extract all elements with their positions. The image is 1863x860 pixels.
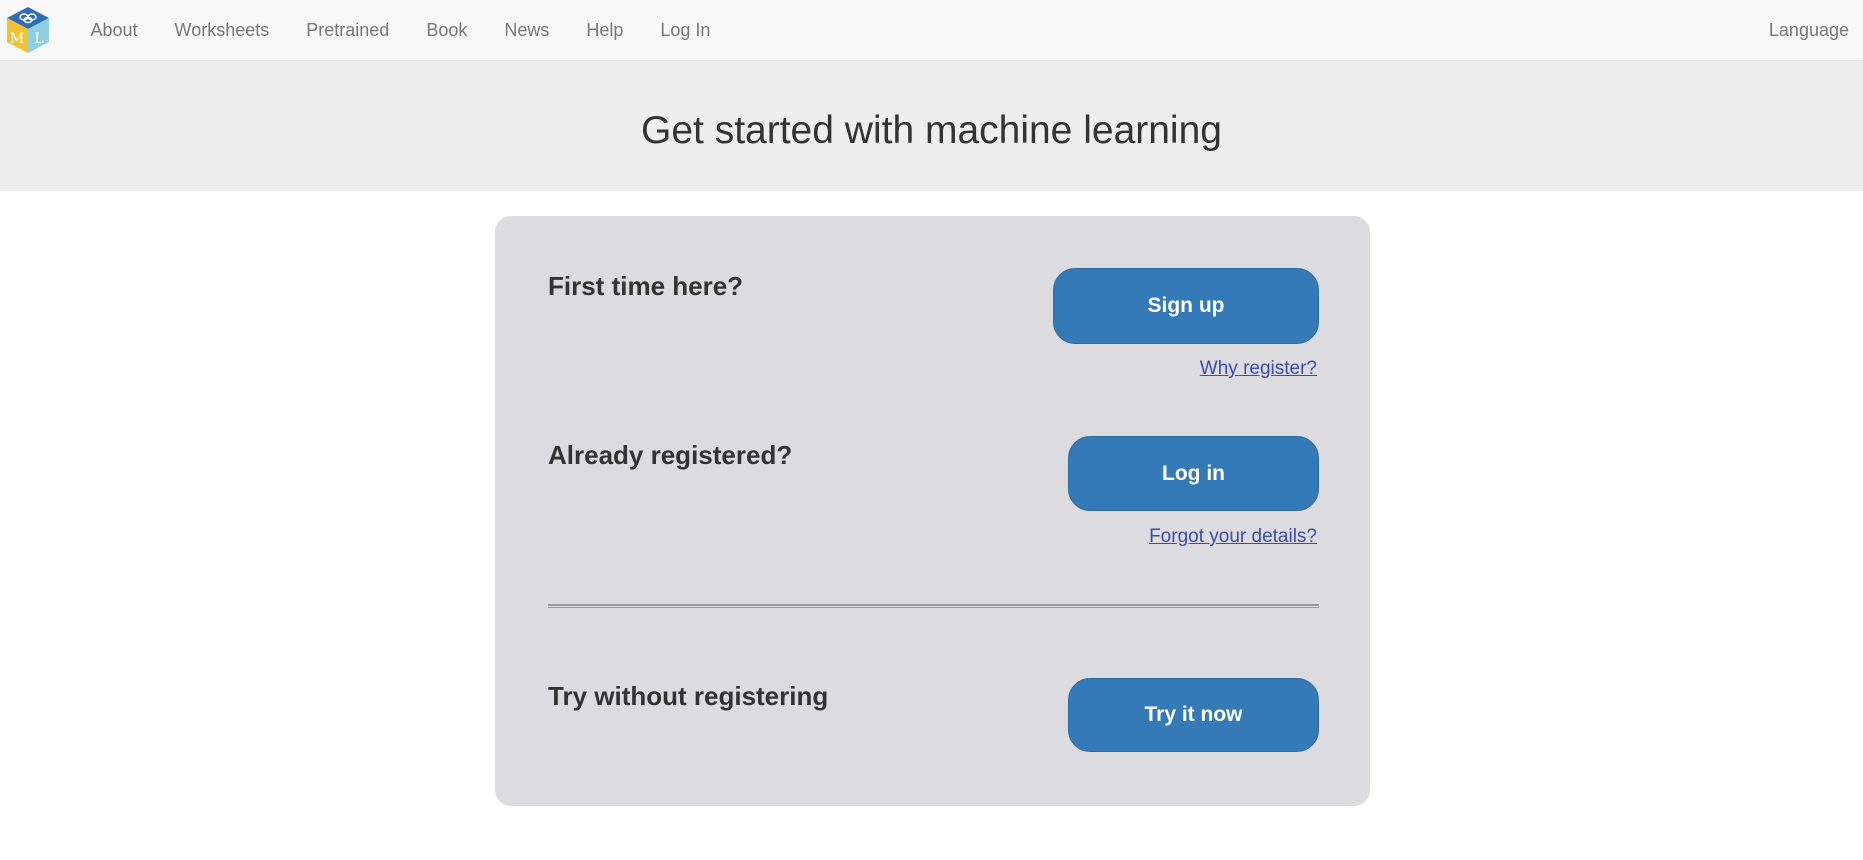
login-button[interactable]: Log in xyxy=(1068,436,1319,511)
login-heading: Already registered? xyxy=(548,440,793,470)
nav-link-news[interactable]: News xyxy=(486,0,568,60)
language-menu[interactable]: Language xyxy=(1769,0,1849,60)
section-divider xyxy=(548,604,1319,608)
why-register-link[interactable]: Why register? xyxy=(1200,358,1317,380)
nav-link-about[interactable]: About xyxy=(72,0,156,60)
logo-letter-l: L xyxy=(34,31,43,47)
top-navbar: M L About Worksheets Pretrained Book New… xyxy=(0,0,1863,61)
ml-cube-logo[interactable]: M L xyxy=(5,5,51,55)
nav-link-book[interactable]: Book xyxy=(408,0,486,60)
get-started-panel: First time here? Sign up Why register? A… xyxy=(495,216,1370,806)
nav-link-worksheets[interactable]: Worksheets xyxy=(156,0,288,60)
logo-letter-m: M xyxy=(10,31,24,47)
try-heading: Try without registering xyxy=(548,681,829,711)
page-title: Get started with machine learning xyxy=(641,109,1222,152)
try-it-now-button[interactable]: Try it now xyxy=(1068,678,1319,752)
signup-heading: First time here? xyxy=(548,271,744,301)
nav-links: About Worksheets Pretrained Book News He… xyxy=(72,0,729,60)
nav-link-help[interactable]: Help xyxy=(568,0,642,60)
signup-button[interactable]: Sign up xyxy=(1053,268,1319,344)
forgot-details-link[interactable]: Forgot your details? xyxy=(1149,526,1317,548)
nav-link-login[interactable]: Log In xyxy=(642,0,729,60)
nav-link-pretrained[interactable]: Pretrained xyxy=(288,0,408,60)
